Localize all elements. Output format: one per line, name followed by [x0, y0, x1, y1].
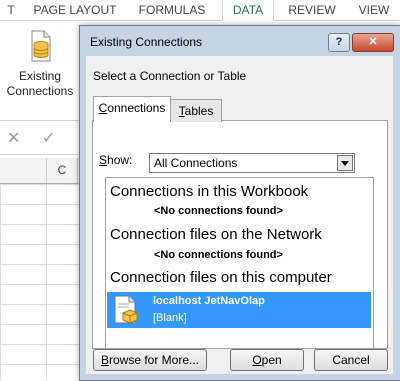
tab-tables-label: ables: [184, 104, 214, 118]
connection-name: localhost JetNavOlap: [153, 295, 265, 307]
show-label-accesskey: S: [99, 153, 108, 167]
chevron-down-icon: [341, 161, 349, 166]
dialog-title: Existing Connections: [90, 35, 203, 49]
connection-description: [Blank]: [153, 312, 187, 324]
column-header-c[interactable]: C: [47, 158, 78, 183]
dialog-client-area: Select a Connection or Table Connections…: [86, 56, 393, 374]
show-label: Show:: [99, 153, 132, 167]
show-label-text: how:: [107, 153, 133, 167]
grid-line: [46, 184, 47, 380]
browse-label: rowse for More...: [108, 353, 200, 367]
tab-page-layout[interactable]: PAGE LAYOUT: [28, 0, 122, 20]
browse-for-more-button[interactable]: Browse for More...: [93, 349, 207, 371]
list-item-localhost-jetnavolap[interactable]: localhost JetNavOlap [Blank]: [107, 292, 371, 328]
database-icon: [31, 30, 51, 62]
tab-tables[interactable]: Tables: [170, 99, 222, 122]
existing-connections-label-line1: Existing: [18, 69, 62, 83]
column-header-b[interactable]: [0, 158, 47, 183]
existing-connections-label-line2: Connections: [6, 84, 74, 98]
cancel-button[interactable]: Cancel: [314, 349, 388, 371]
existing-connections-dialog: Existing Connections ? ✕ Select a Connec…: [79, 25, 400, 381]
tab-connections-accesskey: C: [98, 101, 108, 115]
tab-view[interactable]: VIEW: [352, 0, 396, 20]
tab-data[interactable]: DATA: [222, 0, 274, 21]
browse-accesskey: B: [100, 353, 109, 367]
section-heading-computer: Connection files on this computer: [110, 269, 332, 286]
open-button[interactable]: Open: [230, 349, 304, 371]
odc-file-icon: [114, 295, 138, 324]
section-heading-network: Connection files on the Network: [110, 226, 322, 243]
dialog-prompt: Select a Connection or Table: [93, 69, 247, 83]
tab-truncated[interactable]: T: [0, 0, 22, 20]
ribbon-tab-bar: T PAGE LAYOUT FORMULAS DATA REVIEW VIEW: [0, 0, 400, 21]
dialog-titlebar[interactable]: Existing Connections ? ✕: [80, 26, 400, 56]
tab-review[interactable]: REVIEW: [282, 0, 342, 20]
section-heading-workbook: Connections in this Workbook: [110, 183, 309, 200]
open-accesskey: O: [252, 353, 262, 367]
close-button[interactable]: ✕: [352, 33, 394, 52]
close-icon: ✕: [368, 36, 378, 48]
help-icon: ?: [335, 36, 343, 48]
formula-cancel-icon[interactable]: ✕: [7, 128, 20, 148]
no-connections-text: <No connections found>: [154, 249, 283, 261]
help-button[interactable]: ?: [328, 33, 350, 52]
open-label: pen: [261, 353, 282, 367]
formula-enter-icon[interactable]: ✓: [42, 128, 55, 148]
no-connections-text: <No connections found>: [154, 205, 283, 217]
tab-connections[interactable]: Connections: [93, 96, 171, 122]
connection-list[interactable]: Connections in this Workbook <No connect…: [105, 177, 374, 349]
show-dropdown-value: All Connections: [154, 156, 238, 170]
dropdown-button[interactable]: [337, 155, 353, 171]
show-dropdown[interactable]: All Connections: [149, 153, 355, 173]
tab-formulas[interactable]: FORMULAS: [132, 0, 212, 20]
existing-connections-button[interactable]: Existing Connections: [4, 27, 76, 115]
tab-connections-label: onnections: [107, 101, 166, 115]
